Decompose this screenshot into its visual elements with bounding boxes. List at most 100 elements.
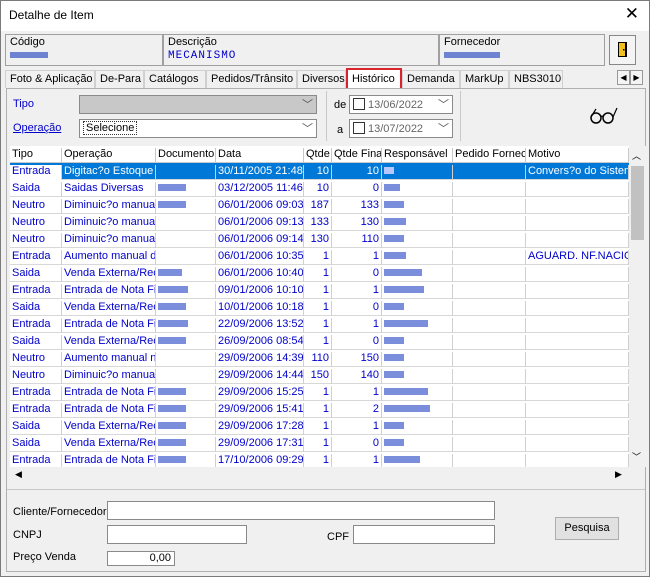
- column-header[interactable]: Documento: [156, 148, 216, 163]
- table-row[interactable]: Saida Venda Externa/Rec 29/09/2006 17:31 1 0: [10, 435, 629, 452]
- data-cell: 06/01/2006 10:40: [216, 267, 304, 282]
- table-row[interactable]: Saida Venda Externa/Rec 10/01/2006 10:18 1 0: [10, 299, 629, 316]
- table-row[interactable]: Entrada Entrada de Nota Fis 09/01/2006 10:…: [10, 282, 629, 299]
- responsavel-cell: [382, 352, 453, 367]
- data-cell: 22/09/2006 13:52: [216, 318, 304, 333]
- responsavel-cell: [382, 369, 453, 384]
- documento-cell: [156, 165, 216, 180]
- date-from-checkbox[interactable]: [353, 98, 365, 110]
- data-cell: 03/12/2005 11:46: [216, 182, 304, 197]
- pedido-fornec-cell: [453, 386, 526, 401]
- documento-cell: [156, 318, 216, 333]
- qtde-cell: 187: [304, 199, 332, 214]
- tipo-combo[interactable]: ﹀: [79, 95, 317, 114]
- scroll-left-icon[interactable]: ◀: [15, 469, 22, 480]
- tab-diversos[interactable]: Diversos: [297, 70, 346, 88]
- table-row[interactable]: Entrada Digitac?o Estoque 30/11/2005 21:48…: [10, 163, 629, 180]
- responsavel-cell: [382, 301, 453, 316]
- qtde-cell: 150: [304, 369, 332, 384]
- qtde-cell: 1: [304, 386, 332, 401]
- date-to-picker[interactable]: 13/07/2022 ﹀: [349, 119, 453, 138]
- pedido-fornec-cell: [453, 437, 526, 452]
- motivo-cell: [526, 182, 629, 197]
- data-cell: 06/01/2006 10:35: [216, 250, 304, 265]
- operacao-combo[interactable]: Selecione ﹀: [79, 119, 317, 138]
- table-row[interactable]: Saida Venda Externa/Rec 06/01/2006 10:40 1 0: [10, 265, 629, 282]
- column-header[interactable]: Responsável: [382, 148, 453, 163]
- table-row[interactable]: Saida Venda Externa/Rec 26/09/2006 08:54 1 0: [10, 333, 629, 350]
- tab-cat-logos[interactable]: Catálogos: [144, 70, 206, 88]
- column-header[interactable]: Data: [216, 148, 304, 163]
- pedido-fornec-cell: [453, 165, 526, 180]
- scroll-right-icon[interactable]: ▶: [615, 469, 622, 480]
- column-header[interactable]: Pedido Fornec: [453, 148, 526, 163]
- table-row[interactable]: Neutro Diminuic?o manual 06/01/2006 09:13 1…: [10, 214, 629, 231]
- scroll-up-icon[interactable]: ︿: [632, 149, 641, 162]
- cpf-field[interactable]: [353, 525, 495, 544]
- responsavel-cell: [382, 318, 453, 333]
- tab-markup[interactable]: MarkUp: [460, 70, 509, 88]
- qfinal-cell: 1: [332, 454, 382, 467]
- qtde-cell: 1: [304, 437, 332, 452]
- horizontal-scrollbar[interactable]: ◀ ▶: [10, 467, 629, 484]
- responsavel-cell: [382, 386, 453, 401]
- cliente-fornecedor-field[interactable]: [107, 501, 495, 520]
- responsavel-cell: [382, 403, 453, 418]
- date-from-value: 13/06/2022: [368, 99, 424, 111]
- codigo-value: [10, 50, 48, 62]
- table-row[interactable]: Neutro Diminuic?o manual 06/01/2006 09:14 1…: [10, 231, 629, 248]
- tab-scroll-left[interactable]: ◀: [617, 70, 630, 85]
- date-from-picker[interactable]: 13/06/2022 ﹀: [349, 95, 453, 114]
- column-header[interactable]: Tipo: [10, 148, 62, 163]
- vertical-scroll-thumb[interactable]: [631, 166, 644, 240]
- table-row[interactable]: Entrada Entrada de Nota Fis 17/10/2006 09:…: [10, 452, 629, 467]
- tab-demanda[interactable]: Demanda: [402, 70, 460, 88]
- responsavel-cell: [382, 454, 453, 467]
- tab-hist-rico[interactable]: Histórico: [346, 68, 402, 88]
- operacao-cell: Diminuic?o manual: [62, 199, 156, 214]
- table-row[interactable]: Entrada Entrada de Nota Fis 22/09/2006 13:…: [10, 316, 629, 333]
- table-row[interactable]: Neutro Aumento manual nc 29/09/2006 14:39 1…: [10, 350, 629, 367]
- column-header[interactable]: Qtde Final: [332, 148, 382, 163]
- pesquisa-button[interactable]: Pesquisa: [555, 517, 619, 540]
- table-row[interactable]: Saida Saidas Diversas 03/12/2005 11:46 10 0: [10, 180, 629, 197]
- tab-pedidos-tr-nsito[interactable]: Pedidos/Trânsito: [206, 70, 297, 88]
- vertical-scrollbar[interactable]: ︿ ﹀: [629, 146, 646, 467]
- data-cell: 29/09/2006 15:41: [216, 403, 304, 418]
- tab-scroll-right[interactable]: ▶: [630, 70, 643, 85]
- operacao-cell: Entrada de Nota Fis: [62, 284, 156, 299]
- data-cell: 29/09/2006 15:25: [216, 386, 304, 401]
- descricao-value: MECANISMO: [168, 50, 237, 62]
- scroll-down-icon[interactable]: ﹀: [632, 450, 641, 463]
- historico-grid: Tipo Operação Documento Data Qtde Qtde Final R…: [10, 146, 629, 467]
- date-to-checkbox[interactable]: [353, 122, 365, 134]
- table-row[interactable]: Entrada Entrada de Nota Fis 29/09/2006 15:…: [10, 384, 629, 401]
- column-header[interactable]: Operação: [62, 148, 156, 163]
- motivo-cell: [526, 437, 629, 452]
- tab-foto-aplica-o[interactable]: Foto & Aplicação: [5, 70, 95, 88]
- tab-nbs3010[interactable]: NBS3010: [509, 70, 563, 88]
- tipo-cell: Saida: [10, 420, 62, 435]
- tipo-cell: Neutro: [10, 199, 62, 214]
- tipo-cell: Neutro: [10, 369, 62, 384]
- table-row[interactable]: Neutro Diminuic?o manual 29/09/2006 14:44 1…: [10, 367, 629, 384]
- exit-door-button[interactable]: [609, 35, 636, 65]
- qfinal-cell: 1: [332, 420, 382, 435]
- qtde-cell: 110: [304, 352, 332, 367]
- table-row[interactable]: Entrada Entrada de Nota Fis 29/09/2006 15:…: [10, 401, 629, 418]
- column-header[interactable]: Qtde: [304, 148, 332, 163]
- tab-de-para[interactable]: De-Para: [95, 70, 144, 88]
- cnpj-field[interactable]: [107, 525, 247, 544]
- fornecedor-label: Fornecedor: [444, 36, 501, 48]
- column-header[interactable]: Motivo: [526, 148, 629, 163]
- table-row[interactable]: Saida Venda Externa/Rec 29/09/2006 17:28 1 1: [10, 418, 629, 435]
- qfinal-cell: 1: [332, 318, 382, 333]
- preco-venda-field[interactable]: 0,00: [107, 551, 175, 566]
- table-row[interactable]: Neutro Diminuic?o manual 06/01/2006 09:03 1…: [10, 197, 629, 214]
- tipo-cell: Entrada: [10, 165, 62, 180]
- pedido-fornec-cell: [453, 233, 526, 248]
- separator: [7, 489, 645, 490]
- close-icon[interactable]: ✕: [625, 4, 639, 24]
- glasses-icon[interactable]: [587, 103, 623, 127]
- table-row[interactable]: Entrada Aumento manual de 06/01/2006 10:35…: [10, 248, 629, 265]
